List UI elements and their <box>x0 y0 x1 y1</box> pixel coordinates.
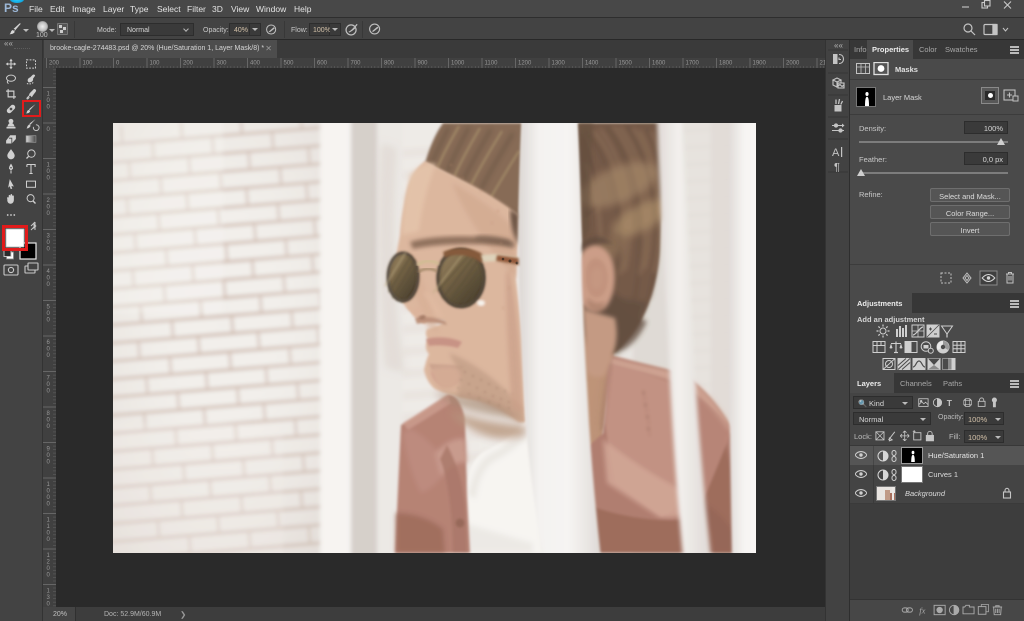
svg-text:0: 0 <box>47 127 51 133</box>
svg-text:0: 0 <box>47 282 51 288</box>
svg-text:1900: 1900 <box>753 61 767 67</box>
svg-text:3: 3 <box>47 234 51 240</box>
svg-text:9: 9 <box>47 447 51 453</box>
svg-text:3: 3 <box>47 595 51 601</box>
svg-text:2: 2 <box>47 198 51 204</box>
svg-text:600: 600 <box>317 61 328 67</box>
svg-text:0: 0 <box>47 211 51 217</box>
svg-text:0: 0 <box>47 276 51 282</box>
svg-text:0: 0 <box>116 61 120 67</box>
svg-text:1200: 1200 <box>518 61 532 67</box>
svg-text:7: 7 <box>47 376 51 382</box>
svg-text:400: 400 <box>250 61 261 67</box>
svg-text:6: 6 <box>47 340 51 346</box>
svg-text:0: 0 <box>47 537 51 543</box>
svg-text:0: 0 <box>47 531 51 537</box>
svg-text:200: 200 <box>49 61 60 67</box>
svg-text:0: 0 <box>47 98 51 104</box>
svg-text:200: 200 <box>183 61 194 67</box>
svg-text:0: 0 <box>47 247 51 253</box>
svg-text:0: 0 <box>47 418 51 424</box>
svg-text:1400: 1400 <box>585 61 599 67</box>
svg-text:0: 0 <box>47 489 51 495</box>
svg-text:0: 0 <box>47 502 51 508</box>
svg-text:8: 8 <box>47 411 51 417</box>
svg-text:0: 0 <box>47 311 51 317</box>
svg-text:500: 500 <box>284 61 295 67</box>
svg-text:0: 0 <box>47 382 51 388</box>
svg-text:A: A <box>832 147 840 159</box>
svg-text:fx: fx <box>919 605 925 615</box>
svg-text:¶: ¶ <box>834 162 840 174</box>
svg-text:0: 0 <box>47 176 51 182</box>
svg-text:0: 0 <box>47 205 51 211</box>
svg-text:4: 4 <box>47 269 51 275</box>
svg-text:800: 800 <box>384 61 395 67</box>
svg-text:1: 1 <box>47 163 51 169</box>
svg-text:1500: 1500 <box>619 61 633 67</box>
svg-text:T: T <box>947 398 953 408</box>
svg-text:1: 1 <box>47 92 51 98</box>
svg-text:900: 900 <box>418 61 429 67</box>
svg-text:0: 0 <box>47 347 51 353</box>
svg-text:0: 0 <box>47 495 51 501</box>
svg-text:0: 0 <box>47 424 51 430</box>
svg-text:0: 0 <box>47 318 51 324</box>
svg-text:0: 0 <box>47 453 51 459</box>
svg-text:1: 1 <box>47 589 51 595</box>
svg-text:1: 1 <box>47 518 51 524</box>
svg-text:1: 1 <box>47 553 51 559</box>
svg-text:1: 1 <box>47 482 51 488</box>
svg-text:2000: 2000 <box>786 61 800 67</box>
svg-text:100: 100 <box>83 61 94 67</box>
svg-text:0: 0 <box>47 460 51 466</box>
svg-text:700: 700 <box>351 61 362 67</box>
svg-text:100: 100 <box>150 61 161 67</box>
svg-text:1600: 1600 <box>652 61 666 67</box>
svg-text:1300: 1300 <box>552 61 566 67</box>
svg-text:1800: 1800 <box>719 61 733 67</box>
svg-text:0: 0 <box>47 353 51 359</box>
svg-text:5: 5 <box>47 305 51 311</box>
svg-text:0: 0 <box>47 573 51 579</box>
svg-text:2: 2 <box>47 560 51 566</box>
svg-text:0: 0 <box>47 169 51 175</box>
svg-text:1100: 1100 <box>485 61 499 67</box>
svg-text:1700: 1700 <box>686 61 700 67</box>
svg-text:0: 0 <box>47 240 51 246</box>
svg-text:1000: 1000 <box>451 61 465 67</box>
svg-text:0: 0 <box>47 389 51 395</box>
svg-text:0: 0 <box>47 105 51 111</box>
svg-text:0: 0 <box>47 566 51 572</box>
svg-text:1: 1 <box>47 524 51 530</box>
svg-text:300: 300 <box>217 61 228 67</box>
